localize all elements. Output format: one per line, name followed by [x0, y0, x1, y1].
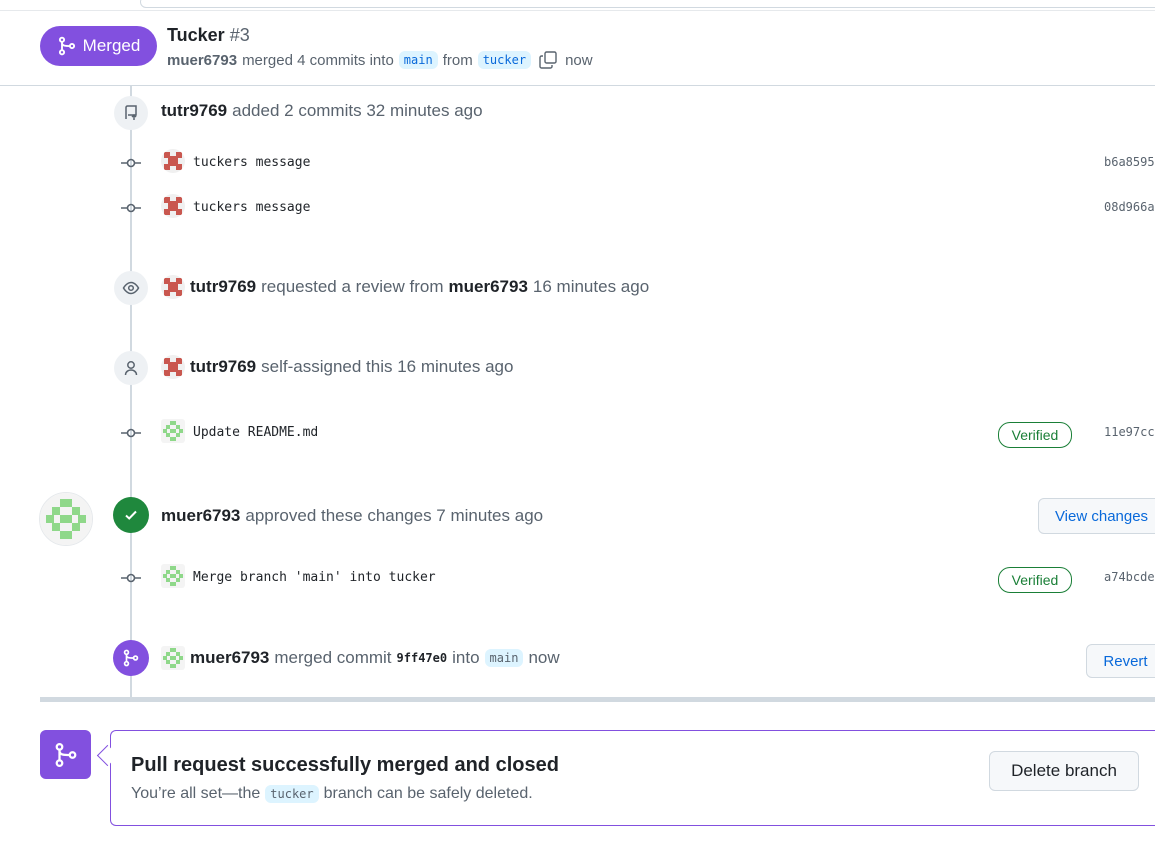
event-text: requested a review from [261, 277, 444, 296]
revert-button[interactable]: Revert [1086, 644, 1155, 678]
head-branch-chip[interactable]: tucker [477, 51, 532, 69]
merged-status-label: Merged [82, 36, 141, 55]
event-user-link[interactable]: tutr9769 [190, 357, 256, 377]
commit-message-link[interactable]: tuckers message [193, 155, 310, 170]
event-user-link[interactable]: tutr9769 [190, 277, 256, 297]
top-search-strip [0, 0, 1155, 10]
commit-icon [121, 203, 141, 213]
merged-event-badge [113, 640, 149, 676]
merged-commits-text: merged 4 commits into [242, 51, 394, 69]
event-text: approved these changes 7 minutes ago [245, 506, 544, 525]
pr-title-text: Tucker [167, 25, 225, 45]
merge-commit-link[interactable]: 9ff47e0 [397, 651, 448, 665]
avatar[interactable] [161, 419, 185, 443]
verified-badge[interactable]: Verified [998, 567, 1072, 593]
event-user-link[interactable]: tutr9769 [161, 101, 227, 121]
timeline-line [130, 86, 132, 699]
base-branch-chip[interactable]: main [398, 51, 438, 69]
commit-message-link[interactable]: tuckers message [193, 200, 310, 215]
reviewer-avatar[interactable] [39, 492, 93, 546]
event-time: 16 minutes ago [532, 277, 650, 296]
timeline-end-divider [40, 697, 1155, 702]
avatar[interactable] [161, 646, 185, 670]
merged-status-badge: Merged [40, 26, 157, 66]
commit-icon [121, 573, 141, 583]
head-branch-chip[interactable]: tucker [265, 785, 319, 803]
into-text: into [452, 648, 480, 667]
event-text: merged commit [274, 648, 392, 667]
commit-sha-link[interactable]: b6a8595 [1104, 155, 1155, 169]
merge-status-description: You’re all set—the tucker branch can be … [131, 785, 533, 803]
merge-desc-after: branch can be safely deleted. [323, 785, 533, 802]
merge-icon [58, 36, 75, 56]
commit-message-link[interactable]: Update README.md [193, 425, 318, 440]
commit-icon [121, 158, 141, 168]
avatar[interactable] [161, 194, 185, 218]
base-branch-chip[interactable]: main [484, 649, 524, 667]
self-assigned-event: tutr9769 self-assigned this 16 minutes a… [161, 355, 513, 379]
eye-icon [122, 281, 140, 295]
reviewer-link[interactable]: muer6793 [449, 277, 528, 297]
copy-icon[interactable] [538, 50, 558, 70]
commit-sha-link[interactable]: 11e97cc [1104, 425, 1155, 439]
commits-added-event: tutr9769 added 2 commits 32 minutes ago [161, 101, 483, 121]
person-icon [124, 361, 138, 376]
avatar[interactable] [161, 149, 185, 173]
merged-event: muer6793 merged commit 9ff47e0 into main… [161, 646, 560, 670]
merge-icon [55, 742, 76, 767]
pr-number: #3 [229, 25, 250, 45]
pr-merge-summary: muer6793 merged 4 commits into main from… [167, 50, 593, 70]
event-user-link[interactable]: muer6793 [161, 506, 240, 526]
merge-icon [123, 649, 139, 667]
avatar[interactable] [161, 355, 185, 379]
pr-title: Tucker #3 [167, 25, 250, 46]
pr-author-link[interactable]: muer6793 [167, 52, 237, 69]
repo-push-icon [125, 105, 137, 120]
avatar[interactable] [161, 564, 185, 588]
event-text: self-assigned this 16 minutes ago [261, 357, 514, 376]
top-divider [0, 10, 1155, 11]
assign-badge [114, 351, 148, 385]
from-text: from [442, 51, 473, 69]
event-text: added 2 commits 32 minutes ago [232, 101, 483, 120]
event-time: now [528, 648, 560, 667]
verified-badge[interactable]: Verified [998, 422, 1072, 448]
review-request-badge [114, 271, 148, 305]
merge-time: now [565, 51, 593, 69]
avatar[interactable] [161, 275, 185, 299]
merge-status-icon-box [40, 730, 91, 779]
approved-badge [113, 497, 149, 533]
delete-branch-button[interactable]: Delete branch [989, 751, 1139, 791]
commit-sha-link[interactable]: 08d966a [1104, 200, 1155, 214]
commit-icon [121, 428, 141, 438]
merge-status-title: Pull request successfully merged and clo… [131, 754, 559, 776]
event-user-link[interactable]: muer6793 [190, 648, 269, 668]
push-event-badge [114, 96, 148, 130]
commit-sha-link[interactable]: a74bcde [1104, 570, 1155, 584]
commit-message-link[interactable]: Merge branch 'main' into tucker [193, 570, 436, 585]
approval-event: muer6793 approved these changes 7 minute… [161, 506, 543, 526]
view-changes-button[interactable]: View changes [1038, 498, 1155, 534]
review-requested-event: tutr9769 requested a review from muer679… [161, 275, 649, 299]
merge-desc-before: You’re all set—the [131, 785, 261, 802]
header-divider [0, 85, 1155, 86]
check-icon [125, 510, 137, 520]
